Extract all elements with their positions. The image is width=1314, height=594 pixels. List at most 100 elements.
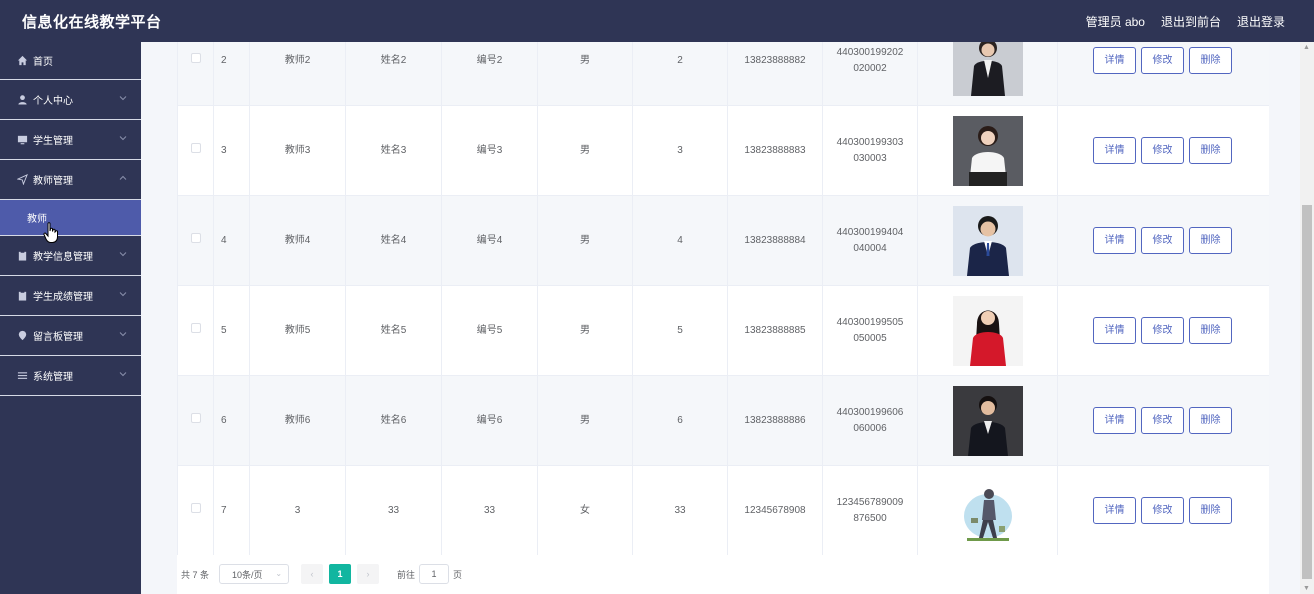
index-cell: 7 <box>213 465 250 555</box>
sidebar-item-profile[interactable]: 个人中心 <box>0 80 141 120</box>
row-checkbox[interactable] <box>190 502 201 513</box>
clipboard-icon <box>16 290 28 302</box>
detail-button[interactable]: 详情 <box>1093 47 1136 74</box>
delete-button[interactable]: 删除 <box>1189 137 1232 164</box>
id-number: 440300199505050005 <box>836 316 904 344</box>
monitor-icon <box>16 134 28 146</box>
id-number: 440300199202020002 <box>836 46 904 74</box>
table-scroll-area[interactable]: 2 教师2 姓名2 编号2 男 2 13823888882 4403001992… <box>177 42 1269 555</box>
scroll-up-icon[interactable]: ▲ <box>1303 44 1310 51</box>
code-cell: 编号3 <box>441 105 538 196</box>
pagination: 共 7 条 10条/页 ⌄ ‹ 1 › 前往 1 页 <box>181 564 462 584</box>
scrollbar-thumb[interactable] <box>1302 205 1312 579</box>
row-checkbox[interactable] <box>190 52 201 63</box>
teacher-photo <box>952 205 1023 276</box>
row-checkbox[interactable] <box>190 412 201 423</box>
row-checkbox-cell <box>177 195 214 286</box>
row-checkbox[interactable] <box>190 142 201 153</box>
gender-cell: 女 <box>537 465 633 555</box>
edit-button[interactable]: 修改 <box>1141 497 1184 524</box>
age-cell: 4 <box>632 195 728 286</box>
prev-page-button[interactable]: ‹ <box>301 564 324 584</box>
photo-cell <box>917 465 1058 555</box>
table-row: 5 教师5 姓名5 编号5 男 5 13823888885 4403001995… <box>177 285 1269 376</box>
id-number: 440300199606060006 <box>836 406 904 434</box>
sidebar-item-home[interactable]: 首页 <box>0 42 141 80</box>
pin-icon <box>16 330 28 342</box>
next-page-button[interactable]: › <box>357 564 380 584</box>
table-row: 4 教师4 姓名4 编号4 男 4 13823888884 4403001994… <box>177 195 1269 286</box>
teacher-photo <box>952 475 1023 546</box>
index-cell: 4 <box>213 195 250 286</box>
actions-cell: 详情 修改 删除 <box>1057 465 1269 555</box>
row-actions: 详情 修改 删除 <box>1058 497 1269 524</box>
phone-cell: 13823888882 <box>727 42 823 106</box>
edit-button[interactable]: 修改 <box>1141 227 1184 254</box>
row-checkbox[interactable] <box>190 232 201 243</box>
id-number: 123456789009876500 <box>836 496 904 524</box>
back-to-front-link[interactable]: 退出到前台 <box>1161 13 1221 30</box>
page-size-select[interactable]: 10条/页 ⌄ <box>219 564 290 584</box>
sidebar: 首页 个人中心 学生管理 教师管理 教师 教学信息管理 学生成绩管理 留言板管理… <box>0 42 141 594</box>
photo-cell <box>917 42 1058 106</box>
delete-button[interactable]: 删除 <box>1189 497 1232 524</box>
sidebar-subitem-teacher[interactable]: 教师 <box>0 200 141 236</box>
edit-button[interactable]: 修改 <box>1141 47 1184 74</box>
sidebar-item-teaching-info[interactable]: 教学信息管理 <box>0 236 141 276</box>
gender-cell: 男 <box>537 195 633 286</box>
clipboard-icon <box>16 250 28 262</box>
chevron-down-icon <box>119 372 127 377</box>
row-checkbox-cell <box>177 375 214 466</box>
code-cell: 编号6 <box>441 375 538 466</box>
delete-button[interactable]: 删除 <box>1189 227 1232 254</box>
goto-page: 前往 1 页 <box>397 564 462 584</box>
actions-cell: 详情 修改 删除 <box>1057 375 1269 466</box>
detail-button[interactable]: 详情 <box>1093 137 1136 164</box>
header-links: 管理员 abo 退出到前台 退出登录 <box>1086 13 1285 30</box>
account-cell: 教师5 <box>249 285 346 376</box>
sidebar-item-messages[interactable]: 留言板管理 <box>0 316 141 356</box>
code-cell: 编号4 <box>441 195 538 286</box>
id-number-cell: 123456789009876500 <box>822 465 918 555</box>
account-cell: 教师4 <box>249 195 346 286</box>
phone-cell: 13823888884 <box>727 195 823 286</box>
edit-button[interactable]: 修改 <box>1141 407 1184 434</box>
logout-link[interactable]: 退出登录 <box>1237 13 1285 30</box>
sidebar-item-students[interactable]: 学生管理 <box>0 120 141 160</box>
page-number-button[interactable]: 1 <box>329 564 352 584</box>
admin-user-label: 管理员 abo <box>1085 15 1145 29</box>
age-cell: 2 <box>632 42 728 106</box>
detail-button[interactable]: 详情 <box>1093 497 1136 524</box>
sidebar-item-label: 个人中心 <box>33 96 73 107</box>
sidebar-item-grades[interactable]: 学生成绩管理 <box>0 276 141 316</box>
name-cell: 姓名3 <box>345 105 442 196</box>
chevron-down-icon <box>119 252 127 257</box>
id-number-cell: 440300199404040004 <box>822 195 918 286</box>
detail-button[interactable]: 详情 <box>1093 407 1136 434</box>
sidebar-item-system[interactable]: 系统管理 <box>0 356 141 396</box>
id-number: 440300199303030003 <box>836 136 904 164</box>
main-content: 2 教师2 姓名2 编号2 男 2 13823888882 4403001992… <box>141 42 1314 594</box>
name-cell: 姓名2 <box>345 42 442 106</box>
edit-button[interactable]: 修改 <box>1141 317 1184 344</box>
age-cell: 3 <box>632 105 728 196</box>
account-cell: 3 <box>249 465 346 555</box>
hand-cursor-icon <box>43 222 58 243</box>
chevron-up-icon <box>119 175 127 180</box>
row-checkbox[interactable] <box>190 322 201 333</box>
goto-page-input[interactable]: 1 <box>419 564 450 584</box>
delete-button[interactable]: 删除 <box>1189 407 1232 434</box>
page-scrollbar[interactable]: ▲ ▼ <box>1300 42 1314 594</box>
sidebar-item-teachers[interactable]: 教师管理 <box>0 160 141 200</box>
edit-button[interactable]: 修改 <box>1141 137 1184 164</box>
top-bar: 信息化在线教学平台 管理员 abo 退出到前台 退出登录 <box>0 0 1314 42</box>
total-count: 共 7 条 <box>181 569 210 580</box>
code-cell: 编号2 <box>441 42 538 106</box>
detail-button[interactable]: 详情 <box>1093 317 1136 344</box>
code-cell: 33 <box>441 465 538 555</box>
delete-button[interactable]: 删除 <box>1189 47 1232 74</box>
actions-cell: 详情 修改 删除 <box>1057 285 1269 376</box>
detail-button[interactable]: 详情 <box>1093 227 1136 254</box>
delete-button[interactable]: 删除 <box>1189 317 1232 344</box>
scroll-down-icon[interactable]: ▼ <box>1303 585 1310 592</box>
